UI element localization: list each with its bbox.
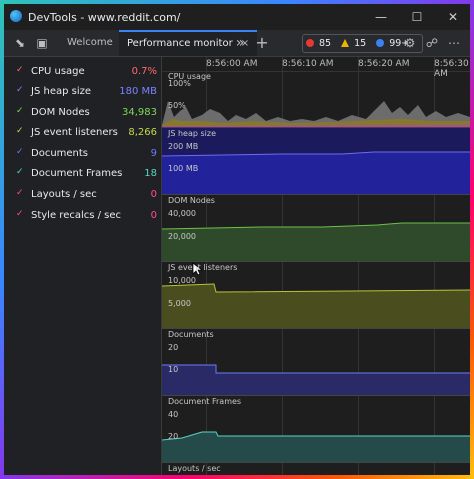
layouts-per-sec-chart: Layouts / sec [162,463,470,475]
metric-value: 34,983 [122,107,157,118]
chart-tick-label: 5,000 [168,299,191,308]
dom-nodes-chart: DOM Nodes 40,000 20,000 [162,195,470,262]
maximize-icon[interactable]: ☐ [402,7,432,27]
metric-style-recalcs-per-sec[interactable]: ✓ Style recalcs / sec 0 [4,207,161,225]
warning-icon [341,39,350,47]
chart-tick-label: 20 [168,432,179,441]
more-options-icon[interactable]: ⋯ [446,35,462,51]
metric-cpu-usage[interactable]: ✓ CPU usage 0.7% [4,63,161,81]
metrics-list: ✓ CPU usage 0.7% ✓ JS heap size 180 MB ✓… [4,57,162,475]
add-tab-icon[interactable]: + [254,35,270,51]
chart-tick-label: 40 [168,410,179,419]
metric-value: 0.7% [131,66,157,77]
chart-title: Documents [168,330,214,339]
chart-title: Document Frames [168,397,242,406]
metric-label: Documents [31,148,89,159]
tab-performance-monitor-label: Performance monitor [127,38,233,49]
chart-tick-label: 100 MB [168,164,199,173]
devtools-window: DevTools - www.reddit.com/ — ☐ ✕ ⬊ ▣ Wel… [4,4,470,475]
window-title: DevTools - www.reddit.com/ [28,11,181,24]
error-icon [306,39,314,47]
checkmark-icon[interactable]: ✓ [16,167,24,177]
metric-label: Style recalcs / sec [31,210,122,221]
chart-title: JS event listeners [168,263,238,272]
chart-title: DOM Nodes [168,196,215,205]
metric-label: Document Frames [31,168,123,179]
metric-value: 0 [150,189,157,200]
metric-label: JS heap size [31,86,92,97]
connection-icon[interactable]: ☍ [424,35,440,51]
checkmark-icon[interactable]: ✓ [16,106,24,116]
warnings-count: 15 [354,38,367,49]
devtools-toolbar: ⬊ ▣ Welcome Performance monitor × » + 85 … [4,30,470,57]
metric-label: CPU usage [31,66,85,77]
chart-tick-label: 10 [168,365,179,374]
chart-tick-label: 100% [168,79,191,88]
metric-document-frames[interactable]: ✓ Document Frames 18 [4,165,161,183]
inspect-element-icon[interactable]: ⬊ [12,35,28,51]
close-window-icon[interactable]: ✕ [438,7,468,27]
checkmark-icon[interactable]: ✓ [16,188,24,198]
chart-tick-label: 40,000 [168,209,196,218]
chart-title: Layouts / sec [168,464,221,473]
checkmark-icon[interactable]: ✓ [16,126,24,136]
checkmark-icon[interactable]: ✓ [16,65,24,75]
metric-value: 18 [144,168,157,179]
js-event-listeners-chart: JS event listeners 10,000 5,000 [162,262,470,329]
metric-documents[interactable]: ✓ Documents 9 [4,145,161,163]
metric-dom-nodes[interactable]: ✓ DOM Nodes 34,983 [4,104,161,122]
checkmark-icon[interactable]: ✓ [16,209,24,219]
metric-label: Layouts / sec [31,189,97,200]
edge-devtools-icon [10,10,22,22]
info-icon [376,39,385,47]
time-tick-label: 8:56:10 AM [282,59,334,69]
metric-value: 0 [150,210,157,221]
cpu-usage-chart: CPU usage 100% 50% [162,71,470,128]
chart-tick-label: 20 [168,343,179,352]
chart-tick-label: 200 MB [168,142,199,151]
checkmark-icon[interactable]: ✓ [16,147,24,157]
document-frames-chart: Document Frames 40 20 [162,396,470,463]
settings-gear-icon[interactable]: ⚙ [402,35,418,51]
minimize-icon[interactable]: — [366,7,396,27]
checkmark-icon[interactable]: ✓ [16,85,24,95]
time-tick-label: 8:56:00 AM [206,59,258,69]
metric-value: 9 [150,148,157,159]
metric-value: 180 MB [119,86,157,97]
title-bar: DevTools - www.reddit.com/ — ☐ ✕ [4,4,470,30]
errors-badge: 85 [306,38,336,49]
chart-tick-label: 10,000 [168,276,196,285]
metric-js-event-listeners[interactable]: ✓ JS event listeners 8,266 [4,124,161,142]
chart-tick-label: 50% [168,101,186,110]
metric-value: 8,266 [128,127,157,138]
chart-title: JS heap size [168,129,217,138]
tab-welcome[interactable]: Welcome [59,30,121,56]
time-axis: 8:56:00 AM 8:56:10 AM 8:56:20 AM 8:56:30… [162,57,470,79]
chart-tick-label: 20,000 [168,232,196,241]
performance-charts: 8:56:00 AM 8:56:10 AM 8:56:20 AM 8:56:30… [162,57,470,475]
more-tabs-icon[interactable]: » [232,35,248,51]
metric-js-heap-size[interactable]: ✓ JS heap size 180 MB [4,83,161,101]
metric-label: DOM Nodes [31,107,90,118]
time-tick-label: 8:56:20 AM [358,59,410,69]
js-heap-size-chart: JS heap size 200 MB 100 MB [162,128,470,195]
documents-chart: Documents 20 10 [162,329,470,396]
errors-count: 85 [319,38,332,49]
metric-label: JS event listeners [31,127,118,138]
device-emulation-icon[interactable]: ▣ [34,35,50,51]
warnings-badge: 15 [341,38,371,49]
metric-layouts-per-sec[interactable]: ✓ Layouts / sec 0 [4,186,161,204]
